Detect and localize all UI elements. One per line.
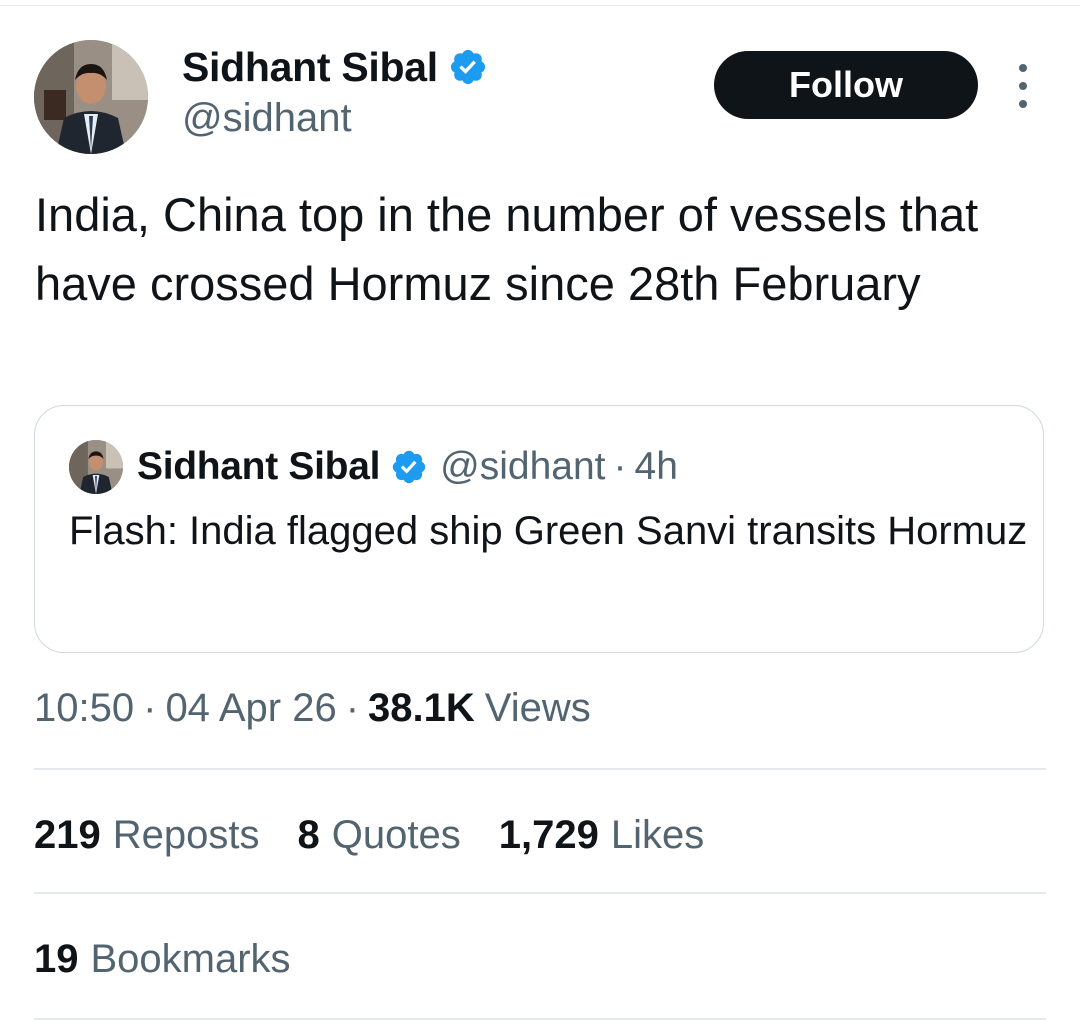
tweet-time[interactable]: 10:50 bbox=[34, 686, 134, 731]
author-avatar[interactable] bbox=[34, 40, 148, 154]
verified-badge-icon bbox=[390, 448, 428, 486]
quoted-tweet-header: Sidhant Sibal @sidhant · 4h bbox=[137, 440, 678, 494]
avatar-photo bbox=[34, 40, 148, 154]
engagement-stats: 219 Reposts 8 Quotes 1,729 Likes bbox=[34, 806, 742, 864]
avatar-photo bbox=[69, 440, 123, 494]
likes-count: 1,729 bbox=[498, 812, 599, 857]
bookmarks-stat[interactable]: 19 Bookmarks bbox=[34, 930, 291, 988]
reposts-stat[interactable]: 219 Reposts bbox=[34, 813, 260, 858]
separator-dot: · bbox=[613, 445, 627, 488]
quotes-count: 8 bbox=[297, 812, 320, 857]
quoted-author-handle: @sidhant bbox=[440, 445, 606, 488]
quoted-author-avatar bbox=[69, 440, 123, 494]
likes-stat[interactable]: 1,729 Likes bbox=[499, 813, 705, 858]
separator-dot: · bbox=[345, 685, 360, 730]
author-handle[interactable]: @sidhant bbox=[182, 96, 352, 141]
more-vertical-icon[interactable] bbox=[1008, 64, 1038, 108]
tweet-meta: 10:50 · 04 Apr 26 · 38.1K Views bbox=[34, 680, 591, 736]
author-name[interactable]: Sidhant Sibal bbox=[182, 44, 438, 91]
reposts-label: Reposts bbox=[112, 812, 260, 857]
more-dot bbox=[1019, 100, 1027, 108]
views-label: Views bbox=[484, 685, 591, 730]
quotes-stat[interactable]: 8 Quotes bbox=[298, 813, 461, 858]
views-count: 38.1K bbox=[368, 685, 475, 730]
bookmarks-count: 19 bbox=[34, 936, 79, 981]
separator-dot: · bbox=[143, 685, 157, 730]
quoted-tweet-card[interactable]: Sidhant Sibal @sidhant · 4h Flash: India… bbox=[34, 405, 1044, 653]
follow-button[interactable]: Follow bbox=[714, 51, 978, 119]
quoted-tweet-text: Flash: India flagged ship Green Sanvi tr… bbox=[69, 509, 1028, 553]
tweet-text: India, China top in the number of vessel… bbox=[35, 188, 979, 310]
divider bbox=[34, 892, 1046, 894]
reposts-count: 219 bbox=[34, 812, 101, 857]
quotes-label: Quotes bbox=[331, 812, 461, 857]
more-dot bbox=[1019, 82, 1027, 90]
more-dot bbox=[1019, 64, 1027, 72]
likes-label: Likes bbox=[610, 812, 705, 857]
top-divider bbox=[0, 5, 1080, 6]
tweet-date[interactable]: 04 Apr 26 bbox=[165, 686, 336, 731]
quoted-tweet-time: 4h bbox=[634, 445, 678, 488]
divider bbox=[34, 1018, 1046, 1020]
author-name-row: Sidhant Sibal bbox=[182, 40, 488, 94]
bookmarks-label: Bookmarks bbox=[90, 936, 291, 981]
quoted-author-name: Sidhant Sibal bbox=[137, 445, 381, 488]
verified-badge-icon bbox=[448, 47, 488, 87]
divider bbox=[34, 768, 1046, 770]
